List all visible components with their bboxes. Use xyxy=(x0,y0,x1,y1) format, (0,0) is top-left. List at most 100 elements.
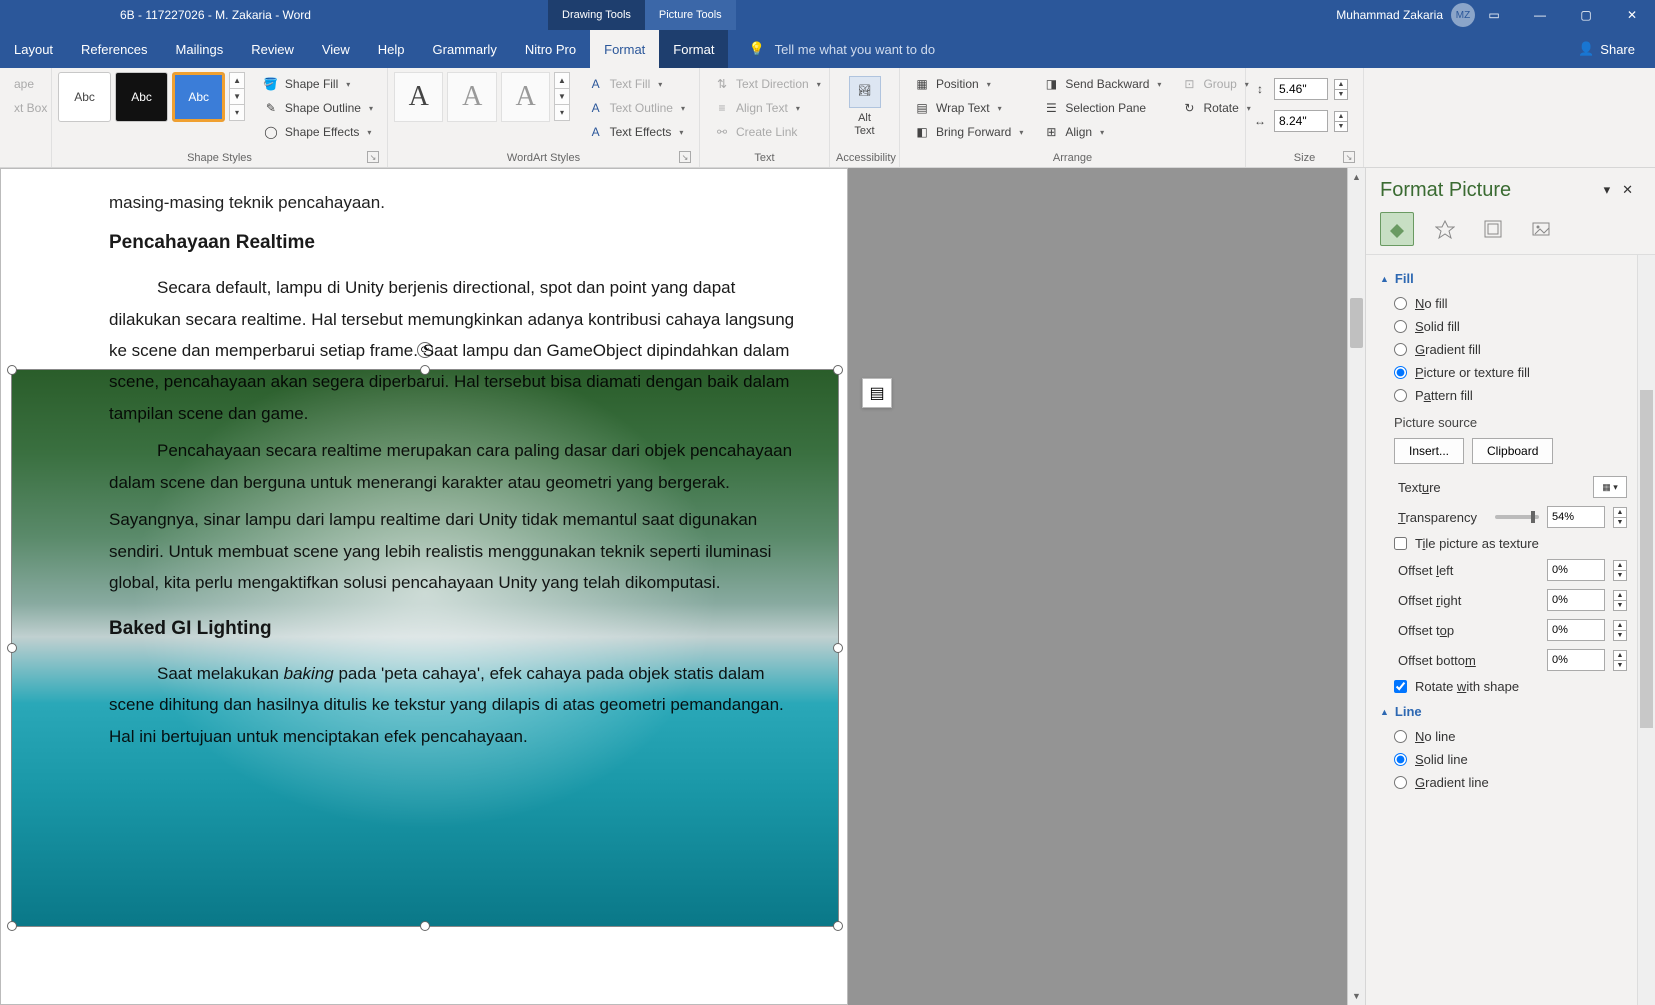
resize-handle-tl[interactable] xyxy=(7,365,17,375)
bring-forward-button[interactable]: ◧Bring Forward▾ xyxy=(906,120,1031,144)
tab-grammarly[interactable]: Grammarly xyxy=(419,30,511,68)
tab-format-drawing[interactable]: Format xyxy=(590,30,659,68)
wordart-launcher[interactable]: ↘ xyxy=(679,151,691,163)
width-input[interactable] xyxy=(1274,110,1328,132)
shape-fill-button[interactable]: 🪣Shape Fill▾ xyxy=(255,72,381,96)
document-scrollbar[interactable]: ▲ ▼ xyxy=(1347,168,1365,1005)
close-button[interactable]: ✕ xyxy=(1609,0,1655,30)
align-button[interactable]: ⊞Align▾ xyxy=(1035,120,1169,144)
tell-me-search[interactable]: 💡 Tell me what you want to do xyxy=(728,30,955,68)
pane-scrollbar[interactable] xyxy=(1637,255,1655,1005)
height-input[interactable] xyxy=(1274,78,1328,100)
shape-style-3-selected[interactable]: Abc xyxy=(172,72,225,122)
maximize-button[interactable]: ▢ xyxy=(1563,0,1609,30)
share-button[interactable]: 👤 Share xyxy=(1558,30,1655,68)
user-name: Muhammad Zakaria xyxy=(1336,8,1443,22)
pattern-fill-label: Pattern fill xyxy=(1415,388,1473,403)
fill-line-tab-icon[interactable] xyxy=(1380,212,1414,246)
scroll-down-arrow[interactable]: ▼ xyxy=(1348,987,1365,1005)
width-down[interactable]: ▼ xyxy=(1334,121,1348,132)
user-account[interactable]: Muhammad Zakaria MZ xyxy=(1336,3,1475,27)
solid-line-radio[interactable] xyxy=(1394,753,1407,766)
text-direction-button[interactable]: ⇅Text Direction▾ xyxy=(706,72,829,96)
ribbon-display-options-icon[interactable]: ▭ xyxy=(1471,0,1517,30)
tab-nitro-pro[interactable]: Nitro Pro xyxy=(511,30,590,68)
shape-styles-launcher[interactable]: ↘ xyxy=(367,151,379,163)
tile-checkbox[interactable] xyxy=(1394,537,1407,550)
shape-style-gallery-arrows[interactable]: ▲▼▾ xyxy=(229,72,245,120)
layout-options-button[interactable]: ▤ xyxy=(862,378,892,408)
gradient-fill-radio[interactable] xyxy=(1394,343,1407,356)
shape-style-1[interactable]: Abc xyxy=(58,72,111,122)
height-down[interactable]: ▼ xyxy=(1334,89,1348,100)
resize-handle-br[interactable] xyxy=(833,921,843,931)
offset-top-label: Offset top xyxy=(1398,623,1539,638)
tab-view[interactable]: View xyxy=(308,30,364,68)
shape-outline-button[interactable]: ✎Shape Outline▾ xyxy=(255,96,381,120)
gradient-line-radio[interactable] xyxy=(1394,776,1407,789)
clipboard-button[interactable]: Clipboard xyxy=(1472,438,1553,464)
text-outline-button[interactable]: AText Outline▾ xyxy=(580,96,693,120)
pane-scroll-thumb[interactable] xyxy=(1640,390,1653,728)
shape-partial-button: ape xyxy=(6,72,42,96)
tab-mailings[interactable]: Mailings xyxy=(162,30,238,68)
wordart-styles-group-label: WordArt Styles xyxy=(507,152,580,164)
picture-tab-icon[interactable] xyxy=(1524,212,1558,246)
text-effects-button[interactable]: AText Effects▾ xyxy=(580,120,693,144)
resize-handle-lm[interactable] xyxy=(7,643,17,653)
pattern-fill-radio[interactable] xyxy=(1394,389,1407,402)
alt-text-button[interactable]: 🏞 Alt Text xyxy=(840,72,890,142)
texture-picker[interactable]: ▦ ▾ xyxy=(1593,476,1627,498)
document-pane[interactable]: masing-masing teknik pencahayaan. ⟳ Penc… xyxy=(0,168,1347,1005)
offset-bottom-input[interactable] xyxy=(1547,649,1605,671)
minimize-button[interactable]: — xyxy=(1517,0,1563,30)
tab-references[interactable]: References xyxy=(67,30,161,68)
picture-fill-label: Picture or texture fill xyxy=(1415,365,1530,380)
selection-pane-icon: ☰ xyxy=(1043,100,1059,116)
resize-handle-bm[interactable] xyxy=(420,921,430,931)
line-section-header[interactable]: ▲Line xyxy=(1380,698,1633,725)
resize-handle-rm[interactable] xyxy=(833,643,843,653)
solid-fill-radio[interactable] xyxy=(1394,320,1407,333)
size-launcher[interactable]: ↘ xyxy=(1343,151,1355,163)
send-backward-button[interactable]: ◨Send Backward▾ xyxy=(1035,72,1169,96)
transparency-slider[interactable] xyxy=(1495,515,1539,519)
pane-close-button[interactable]: ✕ xyxy=(1614,178,1641,202)
tab-format-picture[interactable]: Format xyxy=(659,30,728,68)
format-pane-body[interactable]: ▲Fill No fill Solid fill Gradient fill P… xyxy=(1366,255,1637,1005)
shape-style-2[interactable]: Abc xyxy=(115,72,168,122)
no-fill-radio[interactable] xyxy=(1394,297,1407,310)
tab-review[interactable]: Review xyxy=(237,30,308,68)
scroll-thumb[interactable] xyxy=(1350,298,1363,348)
offset-left-input[interactable] xyxy=(1547,559,1605,581)
resize-handle-tr[interactable] xyxy=(833,365,843,375)
wordart-style-1[interactable]: A xyxy=(394,72,443,122)
wordart-gallery-arrows[interactable]: ▲▼▾ xyxy=(554,72,569,120)
width-field[interactable]: ↔ ▲▼ xyxy=(1252,108,1348,134)
height-field[interactable]: ↕ ▲▼ xyxy=(1252,76,1348,102)
text-fill-button[interactable]: AText Fill▾ xyxy=(580,72,693,96)
layout-tab-icon[interactable] xyxy=(1476,212,1510,246)
wrap-text-button[interactable]: ▤Wrap Text▾ xyxy=(906,96,1031,120)
wordart-style-2[interactable]: A xyxy=(447,72,496,122)
align-text-button[interactable]: ≡Align Text▾ xyxy=(706,96,829,120)
position-button[interactable]: ▦Position▾ xyxy=(906,72,1031,96)
shape-effects-button[interactable]: ◯Shape Effects▾ xyxy=(255,120,381,144)
effects-tab-icon[interactable] xyxy=(1428,212,1462,246)
tab-help[interactable]: Help xyxy=(364,30,419,68)
picture-fill-radio[interactable] xyxy=(1394,366,1407,379)
transparency-input[interactable] xyxy=(1547,506,1605,528)
rotate-with-shape-checkbox[interactable] xyxy=(1394,680,1407,693)
offset-top-input[interactable] xyxy=(1547,619,1605,641)
scroll-up-arrow[interactable]: ▲ xyxy=(1348,168,1365,186)
format-picture-pane: Format Picture ▾ ✕ ▲Fill No fill Solid f… xyxy=(1365,168,1655,1005)
pane-options-dropdown[interactable]: ▾ xyxy=(1600,178,1615,202)
wordart-style-3[interactable]: A xyxy=(501,72,550,122)
insert-picture-button[interactable]: Insert... xyxy=(1394,438,1464,464)
fill-section-header[interactable]: ▲Fill xyxy=(1380,265,1633,292)
no-line-radio[interactable] xyxy=(1394,730,1407,743)
resize-handle-bl[interactable] xyxy=(7,921,17,931)
offset-right-input[interactable] xyxy=(1547,589,1605,611)
selection-pane-button[interactable]: ☰Selection Pane xyxy=(1035,96,1169,120)
tab-layout[interactable]: Layout xyxy=(0,30,67,68)
